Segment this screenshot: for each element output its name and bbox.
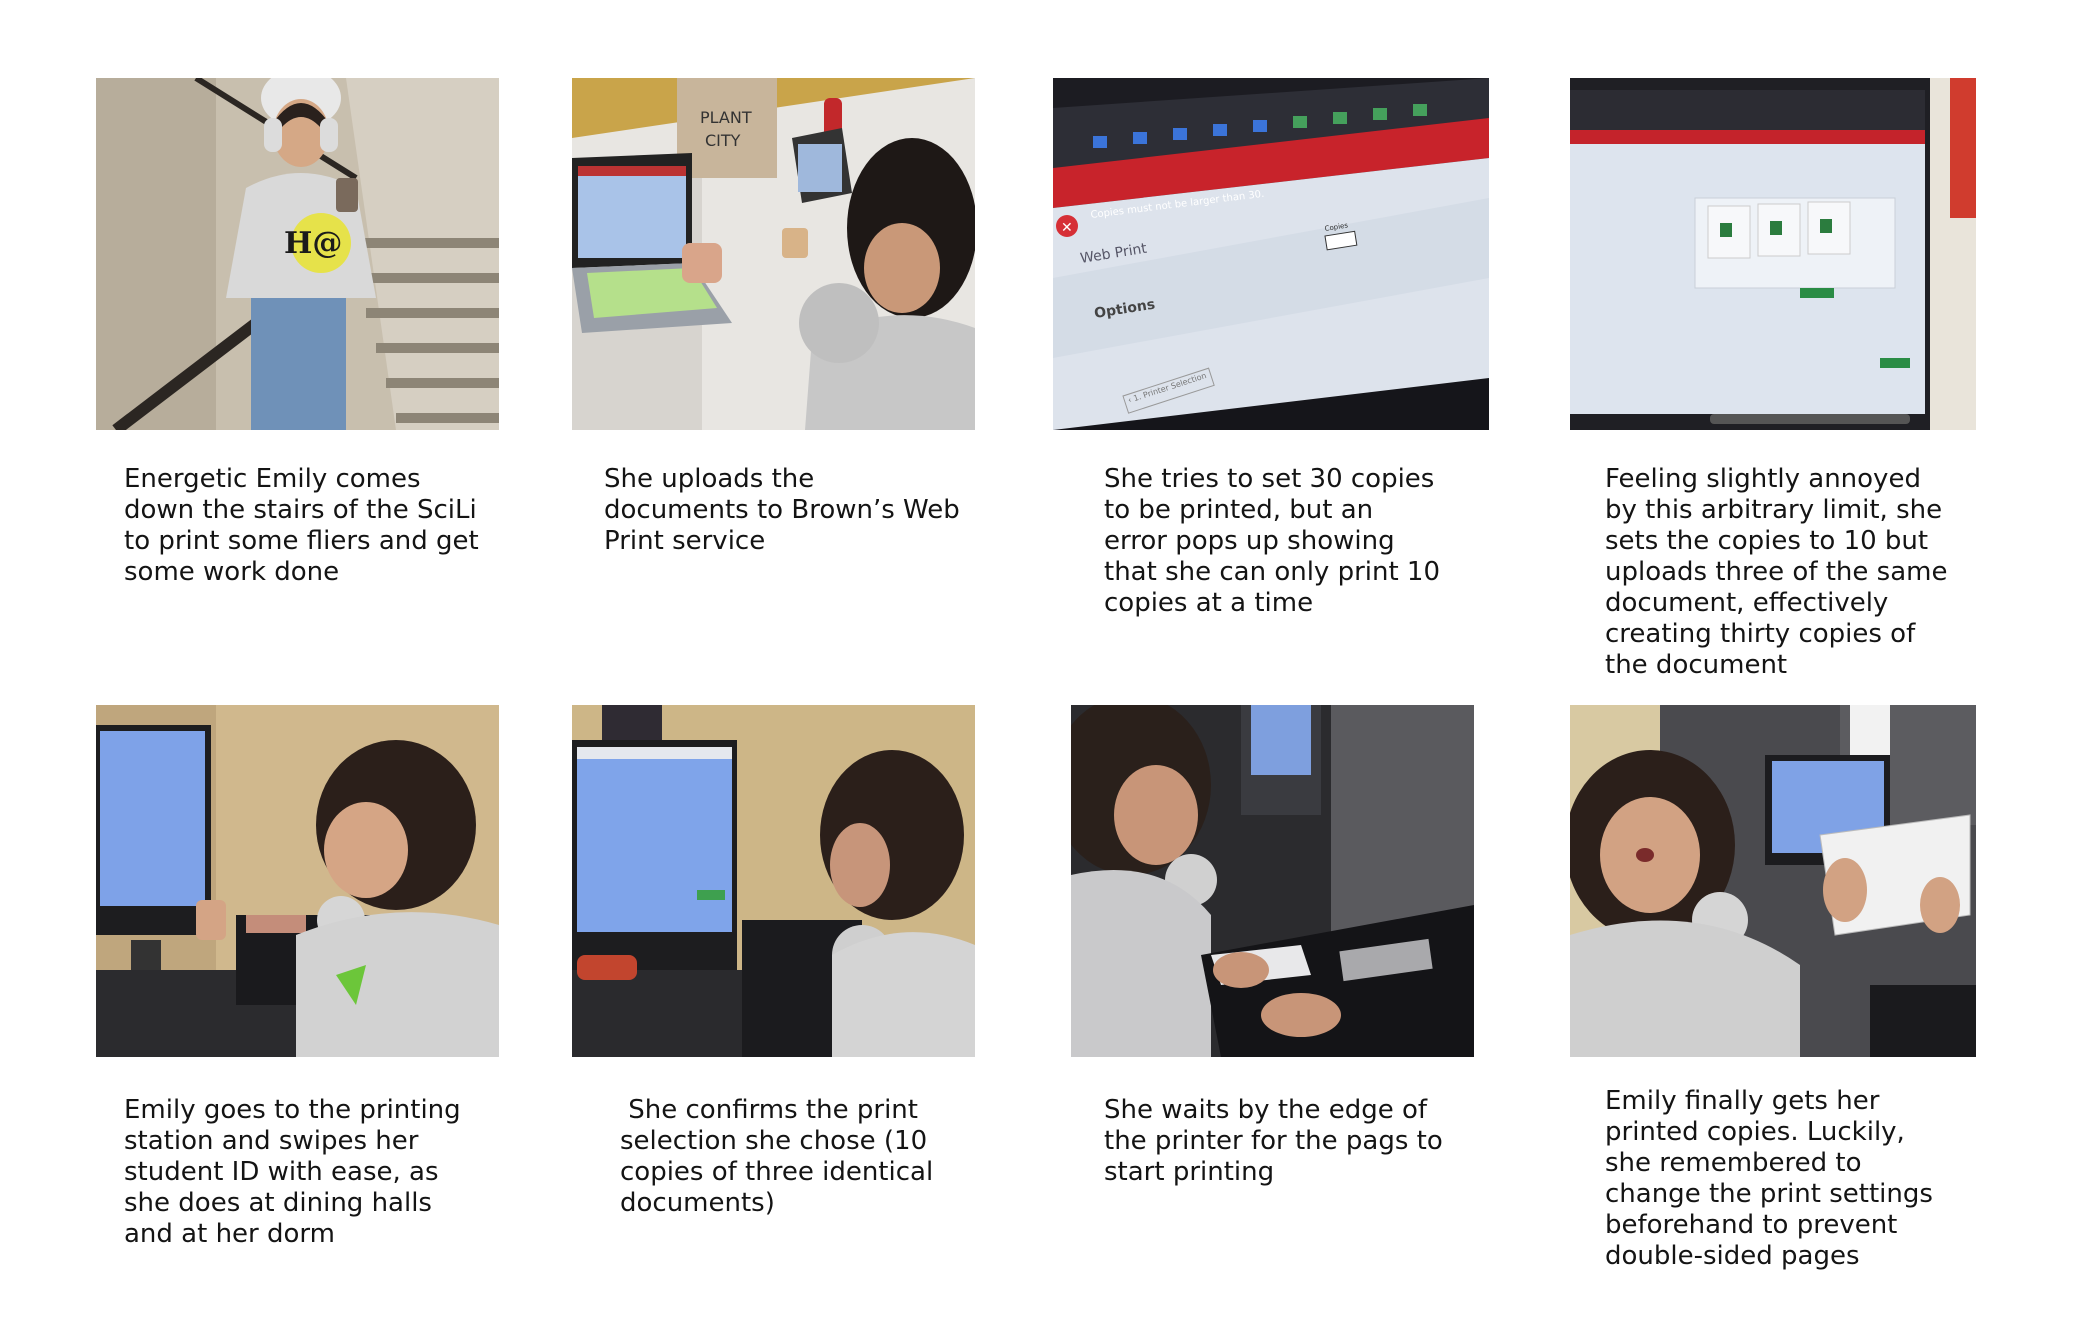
svg-text:✕: ✕ [1061,220,1073,236]
caption-panel-1: Energetic Emily comes down the stairs of… [124,464,479,587]
svg-text:H@: H@ [284,226,342,261]
error-screen-photo: ✕ Copies must not be larger than 30. Web… [1053,78,1489,430]
caption-panel-4: Feeling slightly annoyed by this arbitra… [1605,464,1948,680]
photo-panel-7 [1071,705,1474,1057]
caption-panel-6: She confirms the print selection she cho… [620,1095,942,1218]
caption-panel-5: Emily goes to the printing station and s… [124,1095,461,1249]
stairs-photo: H@ [96,78,499,430]
photo-panel-5 [96,705,499,1057]
photo-panel-8 [1570,705,1976,1057]
photo-panel-3: ✕ Copies must not be larger than 30. Web… [1053,78,1489,430]
bag-text-2: CITY [705,131,741,150]
three-documents-photo [1570,78,1976,430]
caption-panel-7: She waits by the edge of the printer for… [1104,1095,1443,1187]
printer-waiting-photo [1071,705,1474,1057]
photo-panel-4 [1570,78,1976,430]
caption-panel-2: She uploads the documents to Brown’s Web… [604,464,960,556]
laptop-upload-photo: PLANT CITY [572,78,975,430]
photo-panel-1: H@ [96,78,499,430]
confirm-selection-photo [572,705,975,1057]
caption-panel-8: Emily finally gets her printed copies. L… [1605,1086,1933,1271]
swipe-id-photo [96,705,499,1057]
photo-panel-2: PLANT CITY [572,78,975,430]
printed-copies-photo [1570,705,1976,1057]
bag-text-1: PLANT [700,108,752,127]
caption-panel-3: She tries to set 30 copies to be printed… [1104,464,1441,618]
photo-panel-6 [572,705,975,1057]
